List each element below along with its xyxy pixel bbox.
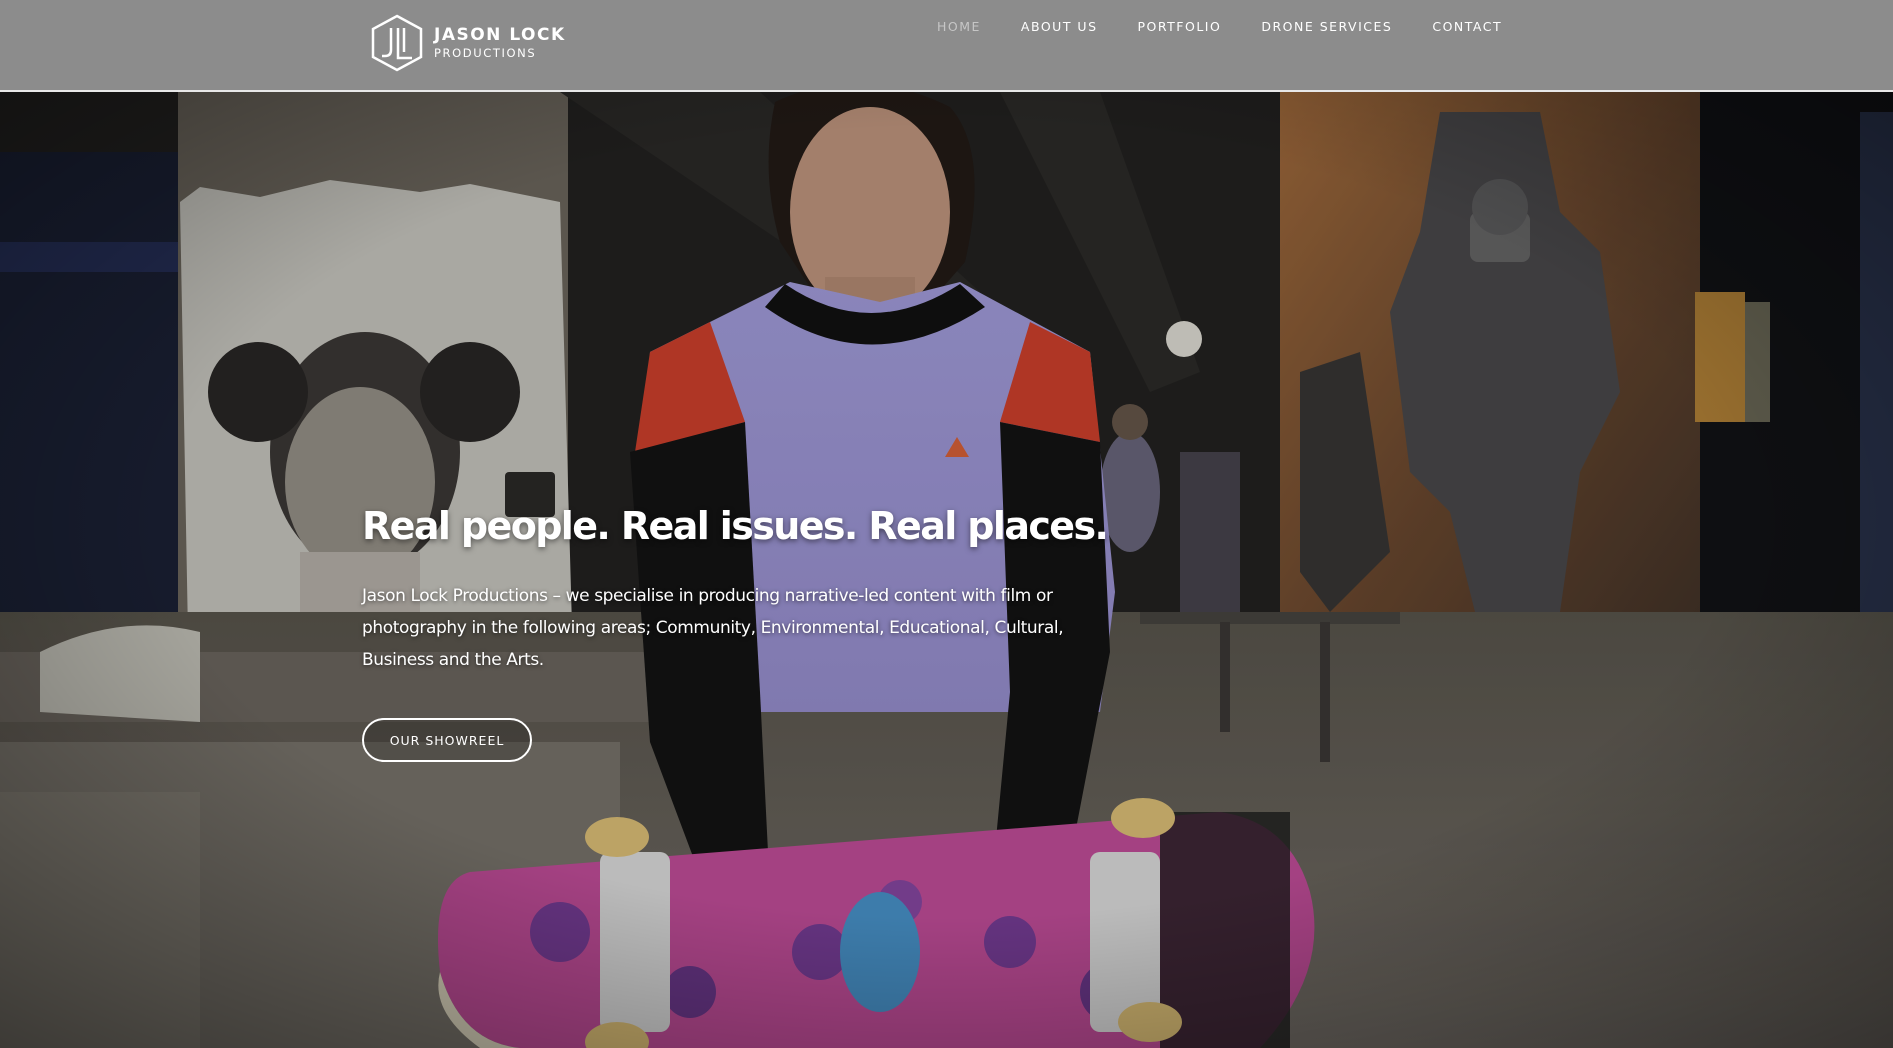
nav-item-home[interactable]: HOME [937, 19, 981, 34]
nav-item-drone-services[interactable]: DRONE SERVICES [1261, 19, 1392, 34]
nav-item-contact[interactable]: CONTACT [1432, 19, 1502, 34]
logo-subtitle: PRODUCTIONS [434, 45, 537, 60]
showreel-button[interactable]: OUR SHOWREEL [362, 718, 532, 762]
hero-section: Real people. Real issues. Real places. J… [0, 92, 1893, 1048]
logo-text: JASON LOCK PRODUCTIONS [434, 24, 566, 60]
nav-item-portfolio[interactable]: PORTFOLIO [1138, 19, 1222, 34]
site-logo[interactable]: JASON LOCK PRODUCTIONS [370, 13, 566, 73]
hero-title: Real people. Real issues. Real places. [362, 504, 1109, 548]
hero-background-image [0, 92, 1893, 1048]
hexagon-logo-icon [371, 14, 423, 72]
site-header: JASON LOCK PRODUCTIONS HOME ABOUT US POR… [0, 0, 1893, 92]
main-nav: HOME ABOUT US PORTFOLIO DRONE SERVICES C… [937, 19, 1502, 34]
hero-description: Jason Lock Productions – we specialise i… [362, 586, 1064, 670]
logo-name: JASON LOCK [434, 24, 566, 45]
nav-item-about-us[interactable]: ABOUT US [1021, 19, 1098, 34]
